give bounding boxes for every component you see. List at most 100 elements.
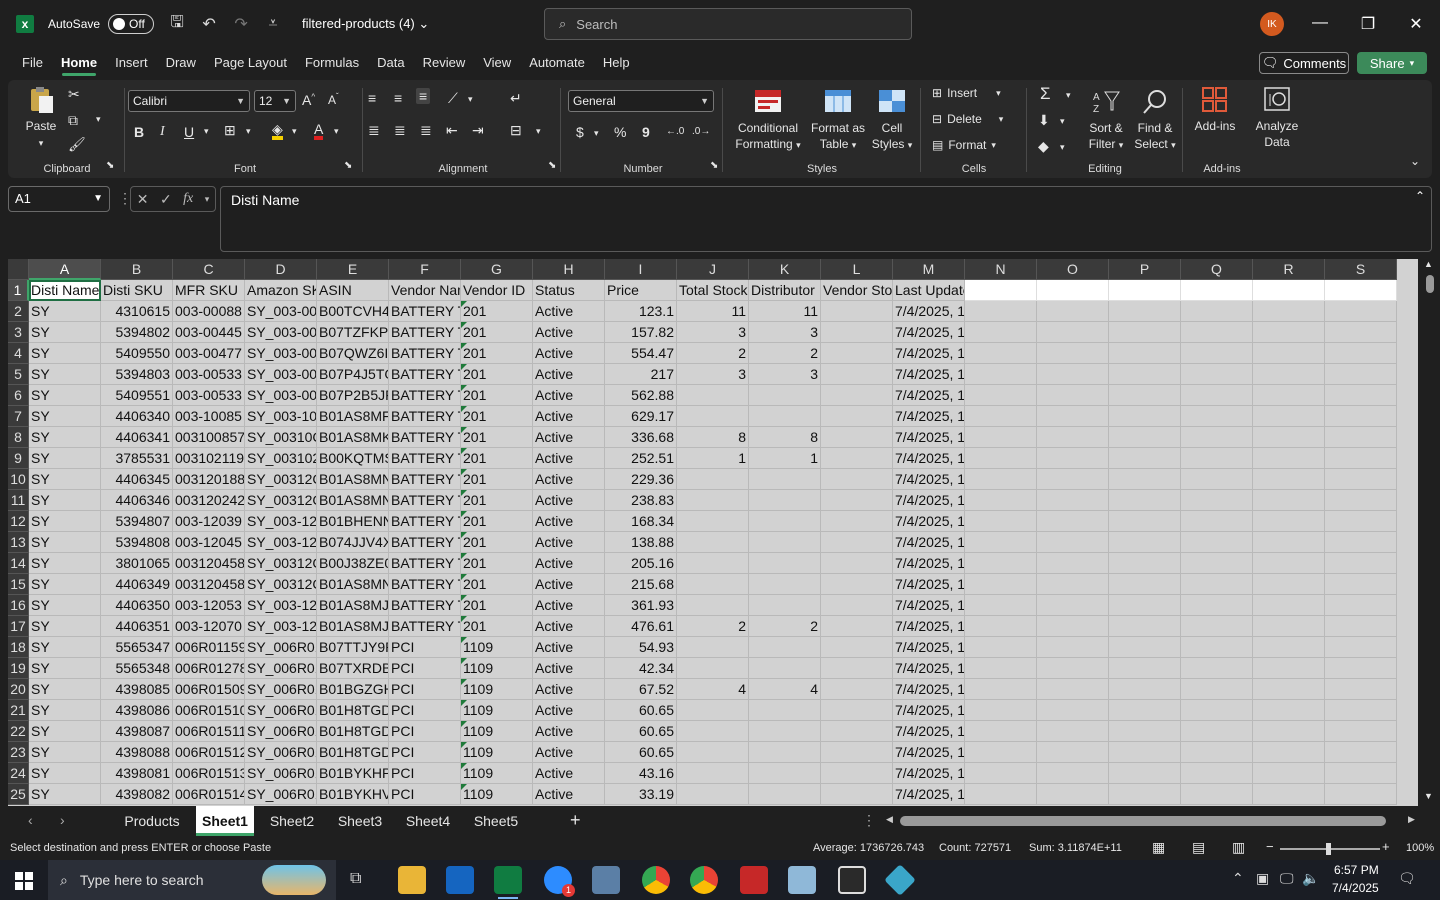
volume-icon[interactable]: 🔈 <box>1302 870 1319 887</box>
table-cell[interactable] <box>1037 364 1109 385</box>
table-cell[interactable] <box>821 574 893 595</box>
cut-icon[interactable]: ✂ <box>68 86 80 103</box>
table-cell[interactable]: B07TXRDB <box>317 658 389 679</box>
notifications-icon[interactable]: 🗨 <box>1398 870 1416 887</box>
align-right-icon[interactable]: ≣ <box>420 122 432 139</box>
underline-button[interactable]: U <box>184 124 194 140</box>
row-header[interactable]: 21 <box>8 700 29 721</box>
table-cell[interactable] <box>1037 406 1109 427</box>
row-header[interactable]: 19 <box>8 658 29 679</box>
customize-toolbar-icon[interactable]: ⩡ <box>264 15 282 33</box>
table-cell[interactable]: 2 <box>749 343 821 364</box>
table-cell[interactable]: 238.83 <box>605 490 677 511</box>
table-cell[interactable] <box>1037 427 1109 448</box>
table-cell[interactable] <box>749 469 821 490</box>
table-cell[interactable] <box>1109 721 1181 742</box>
table-cell[interactable] <box>1253 322 1325 343</box>
table-cell[interactable] <box>965 511 1037 532</box>
table-cell[interactable] <box>1109 532 1181 553</box>
table-cell[interactable] <box>965 385 1037 406</box>
table-cell[interactable]: SY <box>29 616 101 637</box>
chevron-down-icon[interactable]: ▾ <box>204 126 209 137</box>
table-cell[interactable]: 201 <box>461 343 533 364</box>
table-cell[interactable]: 4406341 <box>101 427 173 448</box>
table-cell[interactable] <box>1181 784 1253 805</box>
table-cell[interactable] <box>821 721 893 742</box>
table-cell[interactable] <box>1037 322 1109 343</box>
table-cell[interactable]: 252.51 <box>605 448 677 469</box>
chevron-down-icon[interactable]: ▾ <box>1066 90 1071 101</box>
table-cell[interactable] <box>1253 532 1325 553</box>
table-cell[interactable]: 60.65 <box>605 700 677 721</box>
table-cell[interactable]: 554.47 <box>605 343 677 364</box>
row-header[interactable]: 12 <box>8 511 29 532</box>
table-cell[interactable]: BATTERY T <box>389 322 461 343</box>
table-cell[interactable]: SY_003-12 <box>245 616 317 637</box>
font-name-select[interactable]: Calibri ▼ <box>128 90 250 112</box>
tab-help[interactable]: Help <box>594 48 639 78</box>
row-header[interactable]: 18 <box>8 637 29 658</box>
table-cell[interactable] <box>1181 553 1253 574</box>
table-cell[interactable]: 2 <box>749 616 821 637</box>
table-cell[interactable] <box>677 490 749 511</box>
table-cell[interactable]: 1109 <box>461 721 533 742</box>
table-cell[interactable] <box>1325 721 1397 742</box>
row-header[interactable]: 3 <box>8 322 29 343</box>
table-cell[interactable] <box>1253 616 1325 637</box>
header-cell[interactable]: Vendor Name <box>389 280 461 301</box>
table-cell[interactable]: SY_003-00 <box>245 301 317 322</box>
table-cell[interactable] <box>821 679 893 700</box>
table-cell[interactable] <box>821 553 893 574</box>
table-cell[interactable]: 5394802 <box>101 322 173 343</box>
table-cell[interactable]: 3 <box>749 364 821 385</box>
table-cell[interactable]: PCI <box>389 679 461 700</box>
scroll-up-icon[interactable]: ▲ <box>1424 259 1433 269</box>
table-cell[interactable]: SY <box>29 469 101 490</box>
table-cell[interactable]: 3 <box>677 364 749 385</box>
table-cell[interactable]: Active <box>533 301 605 322</box>
tray-chevron-icon[interactable]: ⌃ <box>1232 870 1244 887</box>
table-cell[interactable]: Active <box>533 427 605 448</box>
column-header-c[interactable]: C <box>173 259 245 280</box>
table-cell[interactable] <box>677 595 749 616</box>
decrease-indent-icon[interactable]: ⇤ <box>446 122 458 139</box>
table-cell[interactable] <box>1037 385 1109 406</box>
table-cell[interactable] <box>749 784 821 805</box>
table-cell[interactable] <box>1037 511 1109 532</box>
row-header[interactable]: 10 <box>8 469 29 490</box>
header-cell[interactable]: MFR SKU <box>173 280 245 301</box>
chevron-down-icon[interactable]: ▾ <box>468 94 473 105</box>
table-cell[interactable] <box>821 700 893 721</box>
tab-data[interactable]: Data <box>368 48 413 78</box>
table-cell[interactable]: SY_003-12 <box>245 511 317 532</box>
dialog-launcher-icon[interactable]: ⬊ <box>548 160 556 171</box>
number-as-text-warning-icon[interactable] <box>461 385 467 391</box>
insert-cells-button[interactable]: ⊞ Insert ▾ <box>932 86 1001 100</box>
table-cell[interactable] <box>1253 385 1325 406</box>
table-cell[interactable]: B01H8TGD <box>317 742 389 763</box>
table-cell[interactable]: B01BHENN <box>317 511 389 532</box>
table-cell[interactable] <box>1181 469 1253 490</box>
table-cell[interactable] <box>1253 406 1325 427</box>
table-cell[interactable]: 7/4/2025, 1:12:48 PM <box>893 553 965 574</box>
number-as-text-warning-icon[interactable] <box>461 574 467 580</box>
table-cell[interactable]: 201 <box>461 364 533 385</box>
table-cell[interactable] <box>1325 469 1397 490</box>
table-cell[interactable]: 003-00445 <box>173 322 245 343</box>
table-cell[interactable]: BATTERY T <box>389 616 461 637</box>
table-cell[interactable] <box>1253 742 1325 763</box>
row-header[interactable]: 7 <box>8 406 29 427</box>
table-cell[interactable]: 201 <box>461 511 533 532</box>
table-cell[interactable] <box>1181 637 1253 658</box>
header-cell[interactable]: Disti SKU <box>101 280 173 301</box>
table-cell[interactable]: 168.34 <box>605 511 677 532</box>
table-cell[interactable]: PCI <box>389 742 461 763</box>
table-cell[interactable] <box>1181 448 1253 469</box>
header-cell[interactable]: Disti Name <box>29 280 101 301</box>
chevron-down-icon[interactable]: ▾ <box>246 126 251 137</box>
table-cell[interactable]: 201 <box>461 574 533 595</box>
chevron-down-icon[interactable]: ▾ <box>594 128 599 139</box>
table-cell[interactable]: PCI <box>389 784 461 805</box>
table-cell[interactable]: B01AS8MK <box>317 427 389 448</box>
table-cell[interactable] <box>1109 553 1181 574</box>
